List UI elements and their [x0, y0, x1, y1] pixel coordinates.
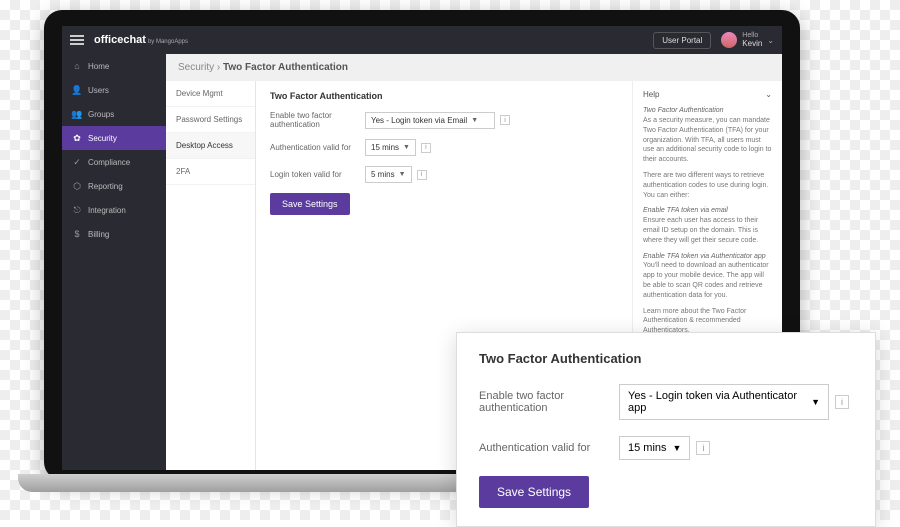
help-text: Ensure each user has access to their ema… [643, 216, 772, 245]
shield-icon: ✓ [72, 157, 82, 167]
dollar-icon: $ [72, 229, 82, 239]
popup-auth-select[interactable]: 15 mins▼ [619, 436, 690, 460]
subnav-device-mgmt[interactable]: Device Mgmt [166, 81, 255, 107]
info-icon[interactable]: i [696, 441, 710, 455]
avatar [721, 32, 737, 48]
chevron-down-icon: ⌄ [767, 36, 774, 45]
hello-label: Hello [742, 32, 762, 39]
sidebar-item-billing[interactable]: $ Billing [62, 222, 166, 246]
help-heading: Enable TFA token via email [643, 206, 772, 216]
popup-enable-select[interactable]: Yes - Login token via Authenticator app▼ [619, 384, 829, 420]
user-menu[interactable]: Hello Kevin ⌄ [721, 32, 774, 48]
caret-down-icon: ▼ [811, 397, 820, 407]
sidebar-item-groups[interactable]: 👥 Groups [62, 102, 166, 126]
sidebar-item-label: Reporting [88, 182, 123, 191]
help-heading: Two Factor Authentication [643, 106, 772, 116]
group-icon: 👥 [72, 109, 82, 119]
gear-icon: ✿ [72, 133, 82, 143]
sidebar-item-integration[interactable]: ⎋ Integration [62, 198, 166, 222]
sidebar-item-label: Security [88, 134, 117, 143]
sidebar-item-reporting[interactable]: ⬡ Reporting [62, 174, 166, 198]
info-icon[interactable]: i [421, 143, 431, 153]
sidebar-item-label: Home [88, 62, 109, 71]
plug-icon: ⎋ [72, 205, 82, 215]
logo: officechatby MangoApps [94, 34, 188, 46]
save-button[interactable]: Save Settings [270, 193, 350, 215]
panel-title: Two Factor Authentication [270, 91, 618, 101]
popup-panel: Two Factor Authentication Enable two fac… [456, 332, 876, 527]
popup-title: Two Factor Authentication [479, 351, 853, 366]
subnav: Device Mgmt Password Settings Desktop Ac… [166, 81, 256, 470]
popup-auth-label: Authentication valid for [479, 442, 619, 454]
caret-down-icon: ▼ [403, 144, 410, 151]
caret-down-icon: ▼ [471, 117, 478, 124]
enable-2fa-label: Enable two factor authentication [270, 111, 365, 129]
help-header[interactable]: Help⌄ [643, 89, 772, 100]
popup-save-button[interactable]: Save Settings [479, 476, 589, 508]
chevron-down-icon: ⌄ [765, 89, 772, 100]
token-valid-label: Login token valid for [270, 170, 365, 179]
help-heading: Enable TFA token via Authenticator app [643, 252, 772, 262]
help-text: There are two different ways to retrieve… [643, 171, 772, 200]
info-icon[interactable]: i [417, 170, 427, 180]
enable-2fa-select[interactable]: Yes - Login token via Email▼ [365, 112, 495, 129]
sidebar-item-users[interactable]: 👤 Users [62, 78, 166, 102]
sidebar-item-security[interactable]: ✿ Security [62, 126, 166, 150]
auth-valid-label: Authentication valid for [270, 143, 365, 152]
chart-icon: ⬡ [72, 181, 82, 191]
subnav-desktop-access[interactable]: Desktop Access [166, 133, 255, 159]
breadcrumb: Security › Two Factor Authentication [166, 54, 782, 81]
user-portal-button[interactable]: User Portal [653, 32, 711, 49]
user-icon: 👤 [72, 85, 82, 95]
sidebar-item-label: Billing [88, 230, 109, 239]
subnav-password-settings[interactable]: Password Settings [166, 107, 255, 133]
info-icon[interactable]: i [500, 115, 510, 125]
help-text: As a security measure, you can mandate T… [643, 116, 772, 165]
popup-enable-label: Enable two factor authentication [479, 390, 619, 414]
sidebar-item-label: Compliance [88, 158, 130, 167]
home-icon: ⌂ [72, 61, 82, 71]
auth-valid-select[interactable]: 15 mins▼ [365, 139, 416, 156]
sidebar-item-home[interactable]: ⌂ Home [62, 54, 166, 78]
sidebar-item-label: Users [88, 86, 109, 95]
sidebar: ⌂ Home 👤 Users 👥 Groups ✿ Security ✓ Complian… [62, 54, 166, 470]
help-text: You'll need to download an authenticator… [643, 261, 772, 300]
caret-down-icon: ▼ [673, 443, 682, 453]
sidebar-item-label: Integration [88, 206, 126, 215]
info-icon[interactable]: i [835, 395, 849, 409]
sidebar-item-compliance[interactable]: ✓ Compliance [62, 150, 166, 174]
subnav-2fa[interactable]: 2FA [166, 159, 255, 185]
token-valid-select[interactable]: 5 mins▼ [365, 166, 412, 183]
menu-icon[interactable] [70, 35, 84, 45]
caret-down-icon: ▼ [399, 171, 406, 178]
sidebar-item-label: Groups [88, 110, 114, 119]
username-label: Kevin [742, 39, 762, 48]
